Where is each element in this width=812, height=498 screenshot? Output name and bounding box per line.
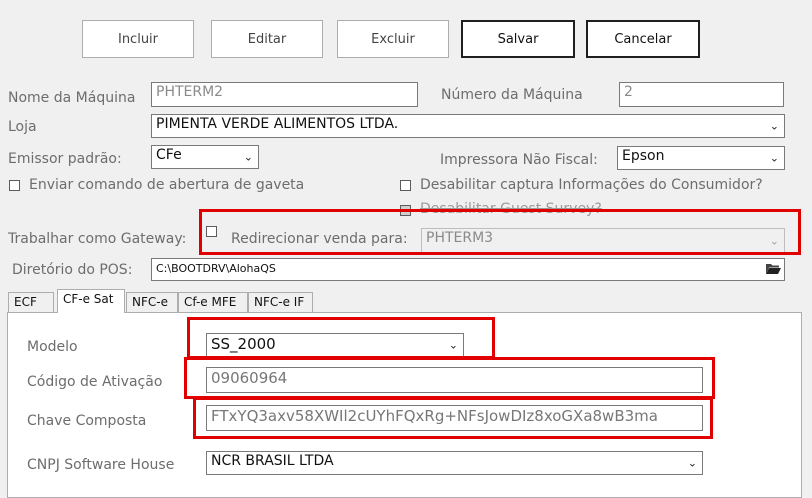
incluir-button[interactable]: Incluir [82, 20, 194, 58]
loja-label: Loja [8, 119, 37, 135]
redirecionar-value: PHTERM3 [426, 230, 494, 246]
guest-survey-checkbox[interactable] [400, 205, 411, 216]
numero-maquina-field[interactable]: 2 [619, 82, 784, 107]
modelo-select[interactable]: SS_2000 ⌄ [206, 333, 464, 357]
nome-maquina-label: Nome da Máquina [8, 90, 136, 106]
gaveta-checkbox[interactable] [9, 180, 20, 191]
impressora-label: Impressora Não Fiscal: [440, 152, 598, 168]
emissor-value: CFe [156, 147, 182, 163]
chave-composta-field[interactable]: FTxYQ3axv58XWIl2cUYhFQxRg+NFsJowDIz8xoGX… [206, 405, 703, 431]
chevron-down-icon: ⌄ [687, 456, 697, 470]
loja-select[interactable]: PIMENTA VERDE ALIMENTOS LTDA. ⌄ [151, 114, 785, 138]
gateway-label: Trabalhar como Gateway: [8, 231, 187, 247]
numero-maquina-label: Número da Máquina [441, 87, 583, 103]
chevron-down-icon: ⌄ [769, 234, 779, 247]
tab-ecf[interactable]: ECF [8, 292, 54, 312]
loja-value: PIMENTA VERDE ALIMENTOS LTDA. [156, 116, 399, 132]
chevron-down-icon: ⌄ [448, 338, 458, 352]
redirecionar-label: Redirecionar venda para: [231, 231, 408, 247]
captura-checkbox[interactable] [400, 180, 411, 191]
gateway-checkbox[interactable] [206, 226, 217, 237]
editar-button[interactable]: Editar [211, 20, 323, 58]
folder-icon[interactable] [765, 262, 781, 275]
modelo-label: Modelo [27, 339, 78, 355]
nome-maquina-field[interactable]: PHTERM2 [151, 82, 418, 107]
chevron-down-icon: ⌄ [769, 151, 779, 165]
codigo-ativacao-field[interactable]: 09060964 [206, 367, 703, 393]
impressora-value: Epson [622, 148, 665, 164]
tab-cfe-mfe[interactable]: Cf-e MFE [178, 292, 248, 312]
gaveta-label: Enviar comando de abertura de gaveta [29, 177, 305, 193]
chevron-down-icon: ⌄ [769, 119, 779, 133]
cnpj-value: NCR BRASIL LTDA [211, 453, 334, 469]
tab-cfe-sat[interactable]: CF-e Sat [57, 289, 125, 313]
salvar-button[interactable]: Salvar [461, 20, 575, 58]
cnpj-label: CNPJ Software House [27, 457, 175, 473]
excluir-button[interactable]: Excluir [337, 20, 449, 58]
captura-label: Desabilitar captura Informações do Consu… [420, 177, 763, 193]
codigo-ativacao-label: Código de Ativação [27, 374, 163, 390]
emissor-label: Emissor padrão: [8, 151, 122, 167]
diretorio-field[interactable]: C:\BOOTDRV\AlohaQS [151, 258, 785, 281]
tab-nfce-if[interactable]: NFC-e IF [248, 292, 313, 312]
impressora-select[interactable]: Epson ⌄ [617, 146, 785, 170]
guest-survey-label: Desabilitar Guest Survey? [420, 201, 602, 217]
cancelar-button[interactable]: Cancelar [586, 20, 700, 58]
modelo-value: SS_2000 [211, 335, 276, 353]
redirecionar-select[interactable]: PHTERM3 ⌄ [421, 228, 785, 253]
cnpj-select[interactable]: NCR BRASIL LTDA ⌄ [206, 451, 703, 475]
tab-nfce[interactable]: NFC-e [126, 292, 178, 312]
chave-composta-label: Chave Composta [27, 413, 147, 429]
diretorio-label: Diretório do POS: [12, 262, 133, 278]
chevron-down-icon: ⌄ [243, 150, 253, 164]
emissor-select[interactable]: CFe ⌄ [151, 145, 259, 169]
